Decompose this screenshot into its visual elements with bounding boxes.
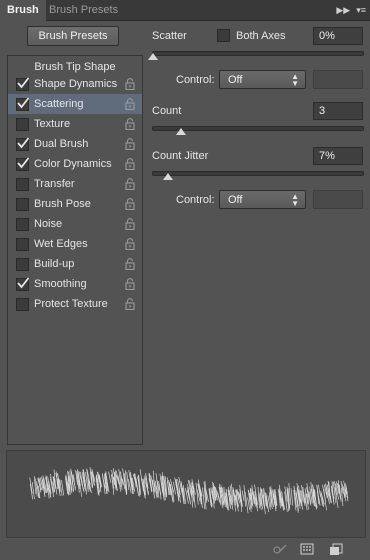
count-value-field[interactable]: 3 [313, 102, 363, 120]
option-label: Protect Texture [34, 298, 108, 310]
lock-icon[interactable] [125, 278, 135, 291]
lock-icon[interactable] [125, 78, 135, 91]
checkmark-icon [17, 77, 30, 89]
option-label: Color Dynamics [34, 158, 112, 170]
count-jitter-value-field[interactable]: 7% [313, 147, 363, 165]
new-brush-icon[interactable] [329, 543, 343, 555]
both-axes-label: Both Axes [236, 30, 286, 42]
brush-hair [148, 473, 153, 492]
option-label: Wet Edges [34, 238, 88, 250]
option-label: Smoothing [34, 278, 87, 290]
grid-icon[interactable] [300, 543, 314, 555]
select-arrows-icon: ▲ ▼ [291, 192, 299, 208]
brush-option-noise[interactable]: Noise [8, 214, 142, 234]
option-label: Build-up [34, 258, 75, 270]
option-label: Shape Dynamics [34, 78, 118, 90]
brush-option-scattering[interactable]: Scattering [8, 94, 142, 114]
scatter-slider-thumb[interactable] [148, 53, 158, 60]
option-checkbox[interactable] [16, 118, 29, 131]
option-checkbox[interactable] [16, 97, 30, 111]
select-arrows-icon: ▲ ▼ [291, 72, 299, 88]
brush-hair [50, 479, 55, 498]
scatter-value-field[interactable]: 0% [313, 27, 363, 45]
lock-icon[interactable] [125, 218, 135, 231]
checkmark-icon [17, 157, 30, 169]
panel-menu-icon[interactable]: ▾≡ [356, 4, 366, 16]
scatter-control-extra-field [313, 70, 363, 89]
option-label: Dual Brush [34, 138, 89, 150]
option-checkbox[interactable] [16, 238, 29, 251]
count-slider-thumb[interactable] [175, 128, 186, 135]
panel-footer [0, 538, 370, 560]
checkmark-icon [17, 277, 30, 289]
brush-option-texture[interactable]: Texture [8, 114, 142, 134]
panel-tab-icons: ▶▶ ▾≡ [336, 4, 366, 16]
scatter-label: Scatter [152, 30, 187, 42]
lock-icon[interactable] [125, 138, 135, 151]
tab-brush[interactable]: Brush [0, 0, 46, 21]
brush-presets-button[interactable]: Brush Presets [27, 26, 119, 46]
count-jitter-slider-thumb[interactable] [162, 173, 173, 180]
brush-options-list: Brush Tip Shape Shape Dynamics Scattering… [7, 55, 143, 445]
option-checkbox[interactable] [16, 137, 30, 151]
option-checkbox[interactable] [16, 258, 29, 271]
lock-icon[interactable] [125, 298, 135, 311]
option-checkbox[interactable] [16, 218, 29, 231]
brush-hair [241, 490, 245, 502]
option-checkbox[interactable] [16, 298, 29, 311]
checkmark-icon [17, 137, 30, 149]
brush-stroke-preview [6, 450, 366, 538]
count-jitter-control-select[interactable]: Off ▲ ▼ [219, 190, 306, 209]
count-jitter-control-value: Off [228, 194, 243, 206]
brush-option-transfer[interactable]: Transfer [8, 174, 142, 194]
brush-hair [108, 471, 112, 483]
brush-hair [290, 488, 294, 506]
brush-option-dual-brush[interactable]: Dual Brush [8, 134, 142, 154]
option-label: Noise [34, 218, 63, 230]
brush-hair [73, 474, 76, 491]
scatter-slider-track[interactable] [152, 51, 364, 56]
option-checkbox[interactable] [16, 198, 29, 211]
count-jitter-control-label: Control: [176, 194, 215, 206]
lock-icon[interactable] [125, 258, 135, 271]
brush-hair [173, 481, 176, 495]
count-label: Count [152, 105, 182, 117]
option-checkbox[interactable] [16, 178, 29, 191]
lock-icon[interactable] [125, 238, 135, 251]
lock-icon[interactable] [125, 198, 135, 211]
scatter-control-select[interactable]: Off ▲ ▼ [219, 70, 306, 89]
double-arrow-icon[interactable]: ▶▶ [336, 4, 350, 16]
option-label: Transfer [34, 178, 75, 190]
checkmark-icon [17, 97, 30, 109]
brush-option-color-dynamics[interactable]: Color Dynamics [8, 154, 142, 174]
option-checkbox[interactable] [16, 77, 30, 91]
scatter-control-label: Control: [176, 74, 215, 86]
brush-option-build-up[interactable]: Build-up [8, 254, 142, 274]
brush-option-shape-dynamics[interactable]: Shape Dynamics [8, 74, 142, 94]
option-checkbox[interactable] [16, 277, 30, 291]
lock-icon[interactable] [125, 98, 135, 111]
brush-hair [120, 471, 123, 491]
option-label: Scattering [34, 98, 84, 110]
brush-option-smoothing[interactable]: Smoothing [8, 274, 142, 294]
count-jitter-label: Count Jitter [152, 150, 209, 162]
option-label: Texture [34, 118, 71, 130]
lock-icon[interactable] [125, 158, 135, 171]
count-jitter-slider-track[interactable] [152, 171, 364, 176]
both-axes-checkbox[interactable] [217, 29, 230, 42]
brush-option-brush-pose[interactable]: Brush Pose [8, 194, 142, 214]
brush-option-protect-texture[interactable]: Protect Texture [8, 294, 142, 314]
option-label: Brush Pose [34, 198, 91, 210]
tab-brush-presets[interactable]: Brush Presets [42, 0, 125, 20]
brush-stroke-image [29, 467, 349, 515]
lock-icon[interactable] [125, 118, 135, 131]
brush-option-wet-edges[interactable]: Wet Edges [8, 234, 142, 254]
option-checkbox[interactable] [16, 157, 30, 171]
lock-icon[interactable] [125, 178, 135, 191]
toggle-preview-icon[interactable] [272, 543, 288, 555]
panel-tab-bar: Brush Brush Presets ▶▶ ▾≡ [0, 0, 370, 21]
scatter-control-value: Off [228, 74, 243, 86]
count-jitter-control-extra-field [313, 190, 363, 209]
